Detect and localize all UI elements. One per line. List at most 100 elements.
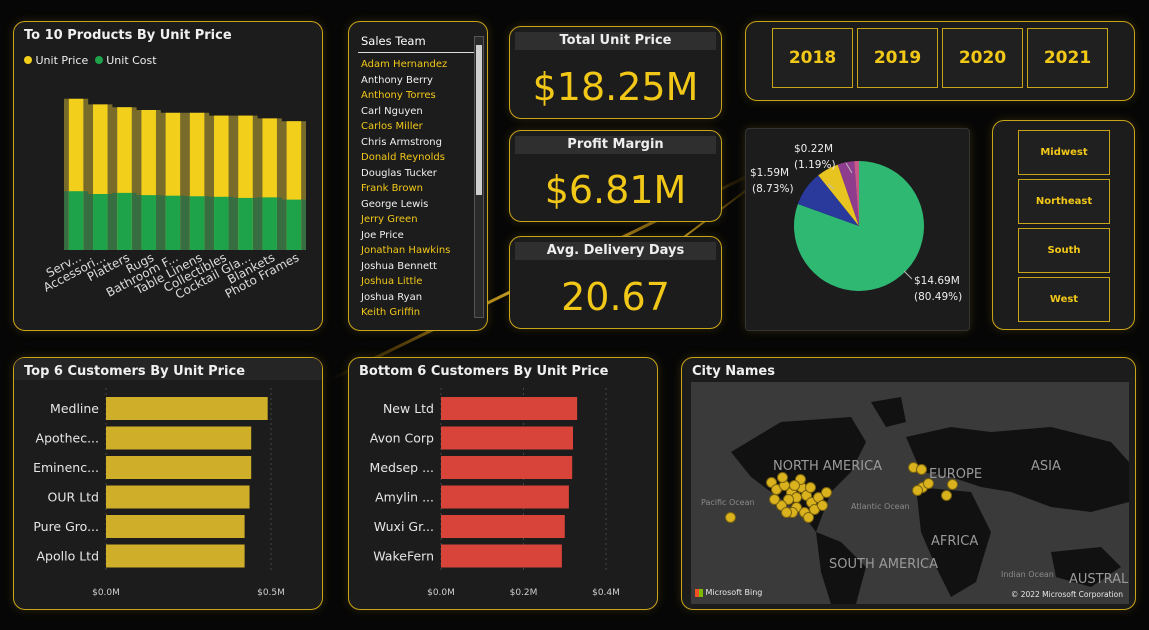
city-map-card: City Names NORTH AMERICA EUROPE ASIA AFR… — [681, 357, 1136, 610]
category-label: WakeFern — [373, 549, 434, 564]
sales-team-header: Sales Team — [361, 34, 426, 48]
sales-team-item[interactable]: Carlos Miller — [358, 119, 476, 135]
sales-team-scrollbar[interactable] — [474, 36, 484, 318]
city-dot[interactable] — [941, 490, 952, 501]
legend-unit-cost: Unit Cost — [106, 54, 157, 67]
total-unit-price-value: $18.25M — [532, 65, 699, 109]
unit-cost-bar[interactable] — [117, 192, 132, 250]
top-customers-card: Top 6 Customers By Unit Price $0.0M $0.5M… — [13, 357, 323, 610]
pie-label-small-pct: (1.19%) — [794, 159, 836, 171]
unit-cost-bar[interactable] — [189, 196, 205, 250]
category-label: Apollo Ltd — [37, 549, 100, 564]
pie-label-big-pct: (80.49%) — [914, 291, 963, 303]
map-brand: Microsoft Bing — [695, 588, 762, 597]
city-dot[interactable] — [781, 507, 792, 518]
legend-unit-price: Unit Price — [35, 54, 89, 67]
map-label-asia: ASIA — [1031, 459, 1061, 474]
sales-team-item[interactable]: Frank Brown — [358, 181, 476, 197]
axis-tick-label: $0.0M — [92, 588, 120, 598]
unit-cost-bar[interactable] — [214, 196, 229, 250]
unit-cost-bar[interactable] — [286, 199, 302, 250]
bar[interactable] — [441, 397, 578, 420]
map-label-pacific: Pacific Ocean — [701, 498, 755, 507]
category-label: Amylin ... — [375, 490, 434, 505]
city-dot[interactable] — [817, 500, 828, 511]
sales-team-item[interactable]: Joshua Bennett — [358, 259, 476, 275]
bottom-customers-title: Bottom 6 Customers By Unit Price — [359, 364, 609, 379]
map-canvas[interactable]: NORTH AMERICA EUROPE ASIA AFRICA SOUTH A… — [691, 382, 1129, 604]
sales-team-item[interactable]: Jerry Green — [358, 212, 476, 228]
year-button-2020[interactable]: 2020 — [942, 28, 1023, 88]
map-label-north-america: NORTH AMERICA — [773, 459, 883, 474]
sales-team-item[interactable]: Keith Griffin — [358, 305, 476, 321]
city-dot[interactable] — [805, 482, 816, 493]
scrollbar-thumb[interactable] — [476, 45, 482, 195]
pie-label-small-value: $0.22M — [794, 143, 834, 155]
region-button-midwest[interactable]: Midwest — [1018, 130, 1110, 175]
top-customers-title: Top 6 Customers By Unit Price — [24, 364, 246, 379]
map-label-africa: AFRICA — [931, 534, 979, 549]
sales-team-item[interactable]: George Lewis — [358, 197, 476, 213]
bar[interactable] — [441, 515, 565, 538]
top-customers-chart: $0.0M $0.5M Medline Apothec... Eminenc... OUR… — [33, 388, 285, 598]
bar[interactable] — [441, 544, 562, 568]
sales-team-item[interactable]: Carl Nguyen — [358, 104, 476, 120]
city-dot[interactable] — [912, 485, 923, 496]
bar[interactable] — [441, 456, 573, 479]
bar[interactable] — [441, 426, 573, 450]
unit-cost-bar[interactable] — [68, 191, 84, 250]
pie-chart-card: $0.22M (1.19%) $1.59M (8.73%) $14.69M (8… — [745, 128, 970, 331]
bottom-customers-chart: $0.0M $0.2M $0.4M New Ltd Avon Corp Medsep ..… — [370, 388, 620, 598]
sales-team-item[interactable]: Jonathan Hawkins — [358, 243, 476, 259]
region-button-west[interactable]: West — [1018, 277, 1110, 322]
bar[interactable] — [106, 485, 250, 509]
bar[interactable] — [106, 515, 245, 538]
category-label: Pure Gro... — [33, 519, 99, 534]
city-dot[interactable] — [916, 464, 927, 475]
unit-cost-bar[interactable] — [165, 195, 181, 250]
bar[interactable] — [106, 544, 245, 568]
bar[interactable] — [106, 426, 252, 450]
profit-margin-value: $6.81M — [544, 168, 687, 212]
region-button-northeast[interactable]: Northeast — [1018, 179, 1110, 224]
bar[interactable] — [106, 456, 252, 479]
sales-team-item[interactable]: Douglas Tucker — [358, 166, 476, 182]
unit-cost-bar[interactable] — [262, 197, 277, 250]
city-map-title: City Names — [692, 364, 775, 379]
sales-team-item[interactable]: Chris Armstrong — [358, 135, 476, 151]
sales-team-divider — [358, 52, 478, 53]
region-button-south[interactable]: South — [1018, 228, 1110, 273]
category-label: Apothec... — [36, 431, 99, 446]
top-products-card: To 10 Products By Unit Price Unit Price … — [13, 21, 323, 331]
top-products-chart: Serv...Accessori...PlattersRugsBathroom … — [41, 98, 306, 302]
unit-cost-bar[interactable] — [141, 195, 156, 250]
sales-team-list: Adam Hernandez Anthony Berry Anthony Torre… — [358, 57, 476, 325]
unit-cost-bar[interactable] — [238, 197, 253, 250]
city-dot[interactable] — [821, 487, 832, 498]
city-dot[interactable] — [789, 480, 800, 491]
sales-team-item[interactable]: Donald Reynolds — [358, 150, 476, 166]
sales-team-item[interactable]: Joe Price — [358, 228, 476, 244]
total-unit-price-card: Total Unit Price $18.25M — [509, 26, 722, 119]
axis-tick-label: $0.0M — [427, 588, 455, 598]
bar[interactable] — [441, 485, 569, 509]
sales-team-item[interactable]: Anthony Berry — [358, 73, 476, 89]
category-label: OUR Ltd — [48, 490, 99, 505]
total-unit-price-label: Total Unit Price — [515, 32, 716, 50]
year-button-2021[interactable]: 2021 — [1027, 28, 1108, 88]
city-dot[interactable] — [769, 494, 780, 505]
city-dot[interactable] — [725, 512, 736, 523]
category-label: Medline — [50, 401, 99, 416]
year-button-2019[interactable]: 2019 — [857, 28, 938, 88]
year-button-2018[interactable]: 2018 — [772, 28, 853, 88]
top-products-title: To 10 Products By Unit Price — [24, 28, 232, 43]
sales-team-item[interactable]: Adam Hernandez — [358, 57, 476, 73]
map-label-indian: Indian Ocean — [1001, 570, 1054, 579]
sales-team-item[interactable]: Joshua Ryan — [358, 290, 476, 306]
avg-delivery-label: Avg. Delivery Days — [515, 242, 716, 260]
bar[interactable] — [106, 397, 268, 420]
sales-team-item[interactable]: Joshua Little — [358, 274, 476, 290]
city-dot[interactable] — [803, 512, 814, 523]
unit-cost-bar[interactable] — [93, 194, 108, 250]
sales-team-item[interactable]: Anthony Torres — [358, 88, 476, 104]
